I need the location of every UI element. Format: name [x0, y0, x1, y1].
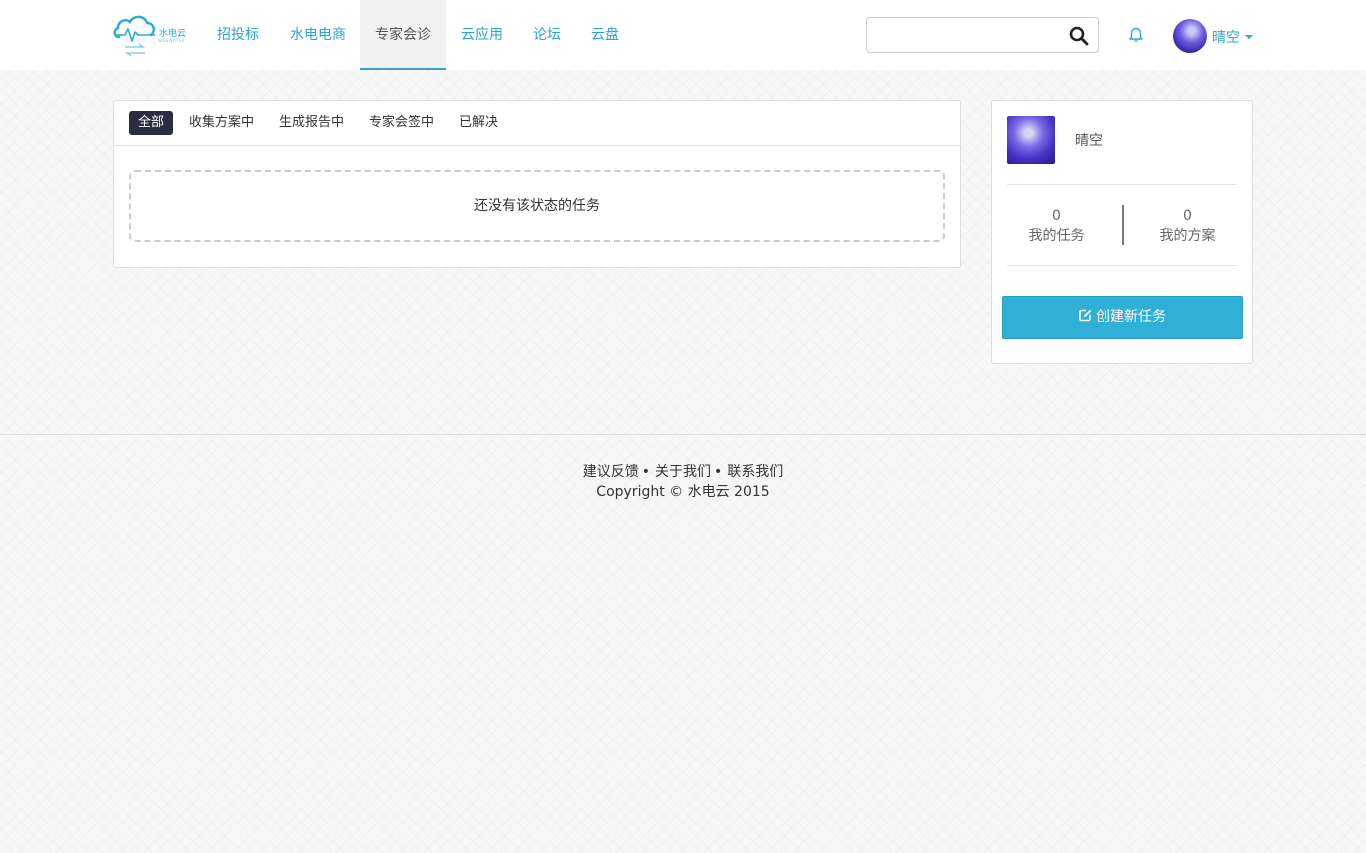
divider	[1007, 265, 1237, 266]
profile-name[interactable]: 晴空	[1075, 130, 1103, 150]
cloud-logo-icon	[113, 15, 155, 57]
search-box	[866, 17, 1099, 53]
user-menu-name[interactable]: 晴空	[1212, 27, 1240, 47]
task-list-panel: 全部 收集方案中 生成报告中 专家会签中 已解决 还没有该状态的任务	[113, 100, 961, 268]
footer-links: 建议反馈 • 关于我们 • 联系我们	[0, 461, 1366, 481]
footer-divider	[0, 434, 1366, 435]
footer-separator: •	[641, 464, 650, 480]
nav-item-expert-consultation[interactable]: 专家会诊	[360, 0, 446, 70]
stat-my-proposals[interactable]: 0 我的方案	[1130, 207, 1245, 247]
search-icon[interactable]	[1068, 25, 1090, 47]
stat-my-tasks[interactable]: 0 我的任务	[999, 207, 1114, 247]
nav-item-ecommerce[interactable]: 水电电商	[280, 0, 356, 70]
create-task-button[interactable]: 创建新任务	[1002, 296, 1243, 339]
stat-label: 我的任务	[1028, 228, 1085, 244]
edit-icon	[1079, 309, 1092, 322]
nav-item-bidding[interactable]: 招投标	[206, 0, 270, 70]
search-input[interactable]	[873, 24, 1063, 46]
profile-panel: 晴空 0 我的任务 0 我的方案 创建新任务	[991, 100, 1253, 364]
status-tabs: 全部 收集方案中 生成报告中 专家会签中 已解决	[114, 101, 960, 146]
stat-value: 0	[1052, 208, 1061, 224]
footer-link-contact[interactable]: 联系我们	[727, 464, 783, 480]
profile-avatar[interactable]	[1007, 116, 1055, 164]
user-avatar[interactable]	[1173, 19, 1207, 53]
footer-copyright: Copyright © 水电云 2015	[596, 484, 770, 500]
create-task-label: 创建新任务	[1096, 309, 1166, 325]
stat-label: 我的方案	[1159, 228, 1216, 244]
tab-expert-signing[interactable]: 专家会签中	[360, 111, 443, 135]
nav-item-cloud-apps[interactable]: 云应用	[452, 0, 512, 70]
tab-generating-report[interactable]: 生成报告中	[270, 111, 353, 135]
tab-all[interactable]: 全部	[129, 111, 174, 135]
tab-resolved[interactable]: 已解决	[450, 111, 507, 135]
site-logo[interactable]: 水电云 WEBWATER	[113, 13, 187, 61]
chevron-down-icon[interactable]	[1245, 35, 1253, 39]
bell-icon[interactable]	[1127, 26, 1145, 44]
nav-item-forum[interactable]: 论坛	[522, 0, 572, 70]
footer-link-feedback[interactable]: 建议反馈	[583, 464, 639, 480]
stat-value: 0	[1183, 208, 1192, 224]
logo-subtext: WEBWATER	[158, 38, 185, 43]
empty-state-message: 还没有该状态的任务	[129, 170, 945, 242]
footer-link-about[interactable]: 关于我们	[655, 464, 711, 480]
top-navbar: 水电云 WEBWATER 招投标 水电电商 专家会诊 云应用 论坛 云盘 晴空	[0, 0, 1366, 70]
tab-collecting-proposals[interactable]: 收集方案中	[180, 111, 263, 135]
stat-divider	[1122, 205, 1124, 245]
nav-item-cloud-drive[interactable]: 云盘	[582, 0, 628, 70]
footer-separator: •	[714, 464, 723, 480]
divider	[1007, 184, 1237, 185]
